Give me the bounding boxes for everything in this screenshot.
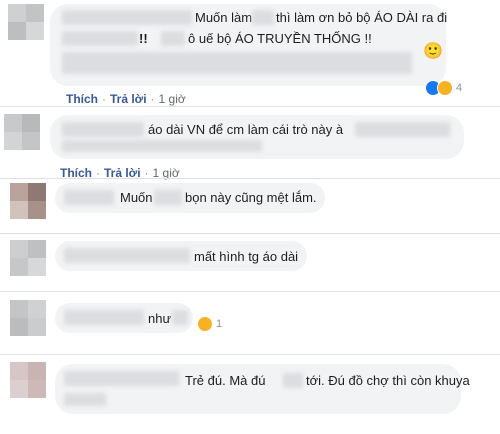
avatar[interactable] [8,4,44,40]
divider [0,106,500,107]
redacted-name [64,190,114,205]
redacted-name [64,248,190,263]
reaction-count: 1 [216,318,223,330]
avatar[interactable] [10,240,46,276]
comment-text: bọn này cũng mệt lắm. [185,190,317,205]
smile-emoji: 🙂 [423,43,443,60]
haha-reaction-icon [437,80,453,96]
reply-link[interactable]: Trả lời [110,92,147,106]
redacted-text [252,10,274,25]
redacted-text [355,122,450,137]
comment-text: Trẻ đú. Mà đú [185,373,266,388]
redacted-text [161,31,185,46]
timestamp[interactable]: 1 giờ [159,92,186,106]
redacted-name [64,310,144,325]
avatar[interactable] [10,362,46,398]
avatar[interactable] [10,300,46,336]
redacted-text [62,31,138,46]
comment-text: áo dài VN để cm làm cái trò này à [148,122,344,137]
reaction-summary[interactable]: 1 [197,316,222,332]
redacted-text [283,373,303,388]
comment-actions: Thích · Trả lời · 1 giờ [66,92,186,106]
divider [0,291,500,292]
comment-text: mất hình tg áo dài [194,249,299,264]
comment-text: Muốn [120,190,153,205]
avatar[interactable] [10,183,46,219]
redacted-text [172,310,188,325]
redacted-text [62,52,412,74]
comment-text: Muốn làm [195,10,253,25]
reaction-summary[interactable]: 4 [425,80,462,96]
redacted-text [62,140,262,152]
divider [0,233,500,234]
divider [0,354,500,355]
haha-reaction-icon [197,316,213,332]
divider [0,178,500,179]
avatar[interactable] [4,114,40,150]
reaction-count: 4 [456,82,463,94]
redacted-name [62,122,144,137]
like-link[interactable]: Thích [66,92,98,106]
comment-text: như [148,311,172,326]
comment-text: thì làm ơn bỏ bộ ÁO DÀI ra đi [276,10,448,25]
comment-text: ô uế bộ ÁO TRUYỀN THỐNG !! [188,31,372,46]
redacted-name [62,10,192,25]
redacted-text [64,393,106,406]
redacted-name [64,371,179,386]
comment-text: !! [139,31,148,46]
comment-text: tới. Đú đồ chợ thì còn khuya [306,373,470,388]
redacted-text [154,190,182,205]
